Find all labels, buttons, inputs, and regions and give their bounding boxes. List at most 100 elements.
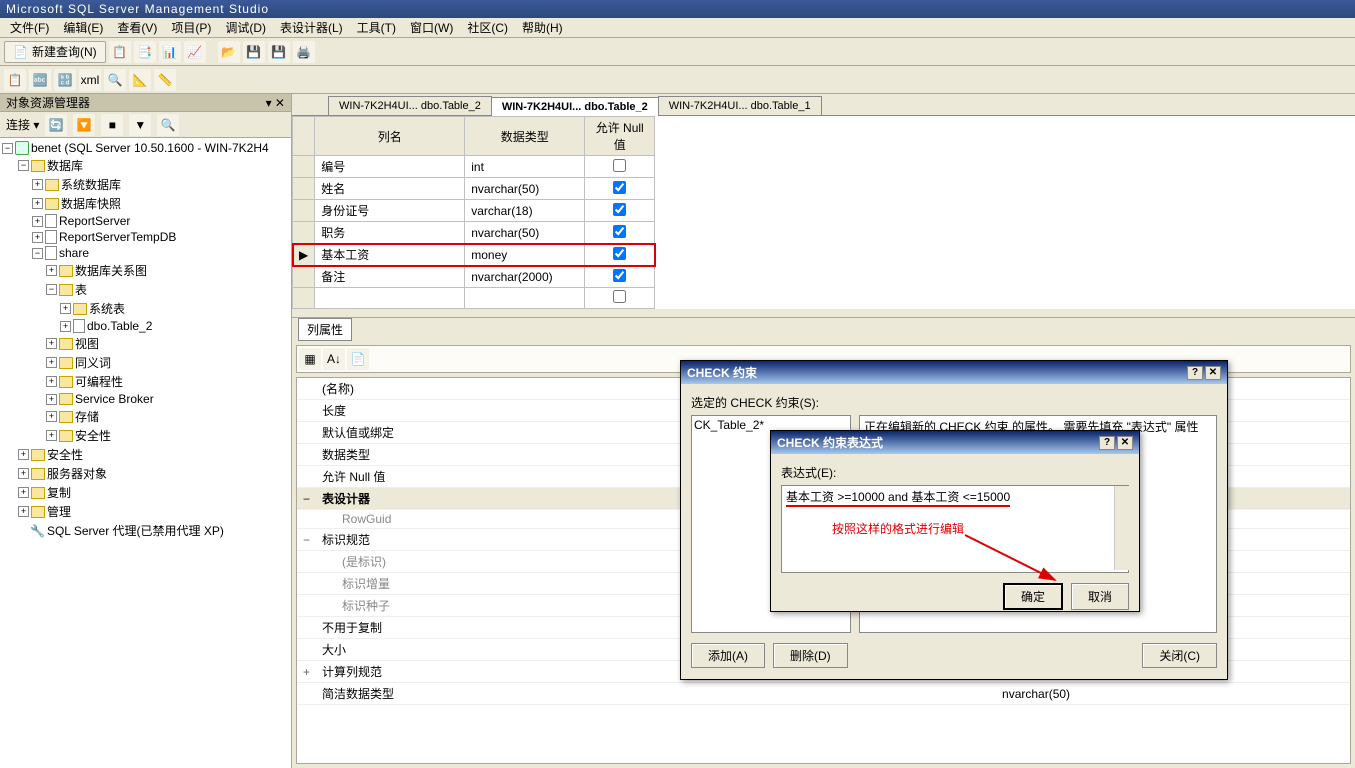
toolbar-icon[interactable]: 🔡 — [54, 69, 76, 91]
open-icon[interactable]: 📂 — [218, 41, 240, 63]
tab-table1[interactable]: WIN-7K2H4UI... dbo.Table_1 — [658, 96, 822, 115]
tree-security[interactable]: 安全性 — [47, 446, 83, 463]
scrollbar[interactable] — [1114, 486, 1130, 570]
column-properties-tab[interactable]: 列属性 — [298, 318, 352, 341]
tree-sysdb[interactable]: 系统数据库 — [61, 176, 121, 193]
tree-share[interactable]: share — [59, 246, 89, 260]
tree-synonyms[interactable]: 同义词 — [75, 354, 111, 371]
tree-server-objects[interactable]: 服务器对象 — [47, 465, 107, 482]
help-icon[interactable]: ? — [1187, 366, 1203, 380]
ok-button[interactable]: 确定 — [1003, 583, 1063, 610]
tree-expander[interactable]: + — [46, 265, 57, 276]
tab-table2-a[interactable]: WIN-7K2H4UI... dbo.Table_2 — [328, 96, 492, 115]
add-button[interactable]: 添加(A) — [691, 643, 765, 668]
menu-project[interactable]: 项目(P) — [165, 17, 217, 38]
tree-expander[interactable]: + — [46, 376, 57, 387]
alphabetical-icon[interactable]: A↓ — [323, 348, 345, 370]
tree-expander[interactable]: + — [18, 487, 29, 498]
table-row[interactable]: 备注nvarchar(2000) — [293, 266, 655, 288]
search-icon[interactable]: 🔍 — [157, 114, 179, 136]
menu-edit[interactable]: 编辑(E) — [57, 17, 109, 38]
tree-storage[interactable]: 存储 — [75, 408, 99, 425]
tab-table2-active[interactable]: WIN-7K2H4UI... dbo.Table_2 — [491, 97, 659, 116]
tree-security-db[interactable]: 安全性 — [75, 427, 111, 444]
tree-expander[interactable]: − — [2, 143, 13, 154]
nullable-checkbox[interactable] — [613, 269, 626, 282]
tree-snapshot[interactable]: 数据库快照 — [61, 195, 121, 212]
table-row[interactable]: 编号int — [293, 156, 655, 178]
tree-servicebroker[interactable]: Service Broker — [75, 392, 154, 406]
menu-table-designer[interactable]: 表设计器(L) — [274, 17, 349, 38]
toolbar-icon[interactable]: 📏 — [154, 69, 176, 91]
tree-diagrams[interactable]: 数据库关系图 — [75, 262, 147, 279]
menu-debug[interactable]: 调试(D) — [219, 17, 272, 38]
tree-databases[interactable]: 数据库 — [47, 157, 83, 174]
tree-expander[interactable]: − — [32, 248, 43, 259]
new-query-button[interactable]: 📄 新建查询(N) — [4, 41, 106, 63]
toolbar-icon[interactable]: xml — [79, 69, 101, 91]
tree-expander[interactable]: + — [46, 338, 57, 349]
tree-expander[interactable]: + — [46, 394, 57, 405]
tree-sql-agent[interactable]: SQL Server 代理(已禁用代理 XP) — [47, 522, 224, 539]
close-button[interactable]: 关闭(C) — [1142, 643, 1217, 668]
categorized-icon[interactable]: ▦ — [299, 348, 321, 370]
close-icon[interactable]: ✕ — [1117, 436, 1133, 450]
help-icon[interactable]: ? — [1099, 436, 1115, 450]
print-icon[interactable]: 🖨️ — [293, 41, 315, 63]
grid-header-colname[interactable]: 列名 — [315, 117, 465, 156]
props-icon[interactable]: 📄 — [347, 348, 369, 370]
close-icon[interactable]: ✕ — [1205, 366, 1221, 380]
menu-file[interactable]: 文件(F) — [4, 17, 55, 38]
toolbar-icon[interactable]: 📊 — [159, 41, 181, 63]
nullable-checkbox[interactable] — [613, 203, 626, 216]
filter-icon[interactable]: ▼ — [129, 114, 151, 136]
tree-expander[interactable]: − — [18, 160, 29, 171]
toolbar-icon[interactable]: 📋 — [109, 41, 131, 63]
menu-view[interactable]: 查看(V) — [111, 17, 163, 38]
tree-expander[interactable]: + — [32, 216, 43, 227]
connect-button[interactable]: 连接 ▾ — [6, 116, 39, 133]
tree-expander[interactable]: + — [32, 232, 43, 243]
tree-expander[interactable]: + — [60, 321, 71, 332]
object-explorer-tree[interactable]: −benet (SQL Server 10.50.1600 - WIN-7K2H… — [0, 138, 291, 768]
dialog-titlebar[interactable]: CHECK 约束 ? ✕ — [681, 361, 1227, 384]
toolbar-icon[interactable]: 📈 — [184, 41, 206, 63]
dialog-titlebar[interactable]: CHECK 约束表达式 ? ✕ — [771, 431, 1139, 454]
table-row-empty[interactable] — [293, 288, 655, 309]
tree-expander[interactable]: + — [60, 303, 71, 314]
delete-button[interactable]: 删除(D) — [773, 643, 848, 668]
toolbar-icon[interactable]: 🔤 — [29, 69, 51, 91]
menu-community[interactable]: 社区(C) — [461, 17, 514, 38]
stop-icon[interactable]: ■ — [101, 114, 123, 136]
tree-systables[interactable]: 系统表 — [89, 300, 125, 317]
refresh-icon[interactable]: 🔄 — [45, 114, 67, 136]
tree-replication[interactable]: 复制 — [47, 484, 71, 501]
grid-header-datatype[interactable]: 数据类型 — [465, 117, 585, 156]
expression-textarea[interactable]: 基本工资 >=10000 and 基本工资 <=15000 按照这样的格式进行编… — [781, 485, 1129, 573]
table-row-selected[interactable]: ▶基本工资money — [293, 244, 655, 266]
toolbar-icon[interactable]: 🔍 — [104, 69, 126, 91]
toolbar-icon[interactable]: 📋 — [4, 69, 26, 91]
filter-icon[interactable]: 🔽 — [73, 114, 95, 136]
table-row[interactable]: 职务nvarchar(50) — [293, 222, 655, 244]
tree-tables[interactable]: 表 — [75, 281, 87, 298]
tree-expander[interactable]: + — [18, 468, 29, 479]
table-row[interactable]: 身份证号varchar(18) — [293, 200, 655, 222]
tree-table2[interactable]: dbo.Table_2 — [87, 319, 152, 333]
nullable-checkbox[interactable] — [613, 159, 626, 172]
cancel-button[interactable]: 取消 — [1071, 583, 1129, 610]
tree-expander[interactable]: + — [46, 430, 57, 441]
prop-row[interactable]: 简洁数据类型nvarchar(50) — [297, 683, 1350, 705]
grid-header-nullable[interactable]: 允许 Null 值 — [585, 117, 655, 156]
tree-expander[interactable]: + — [18, 449, 29, 460]
tree-expander[interactable]: + — [46, 411, 57, 422]
save-icon[interactable]: 💾 — [243, 41, 265, 63]
nullable-checkbox[interactable] — [613, 181, 626, 194]
tree-expander[interactable]: − — [46, 284, 57, 295]
tree-reportservertemp[interactable]: ReportServerTempDB — [59, 230, 176, 244]
tree-views[interactable]: 视图 — [75, 335, 99, 352]
menu-help[interactable]: 帮助(H) — [516, 17, 569, 38]
toolbar-icon[interactable]: 📑 — [134, 41, 156, 63]
tree-programmability[interactable]: 可编程性 — [75, 373, 123, 390]
tree-expander[interactable]: + — [32, 198, 43, 209]
